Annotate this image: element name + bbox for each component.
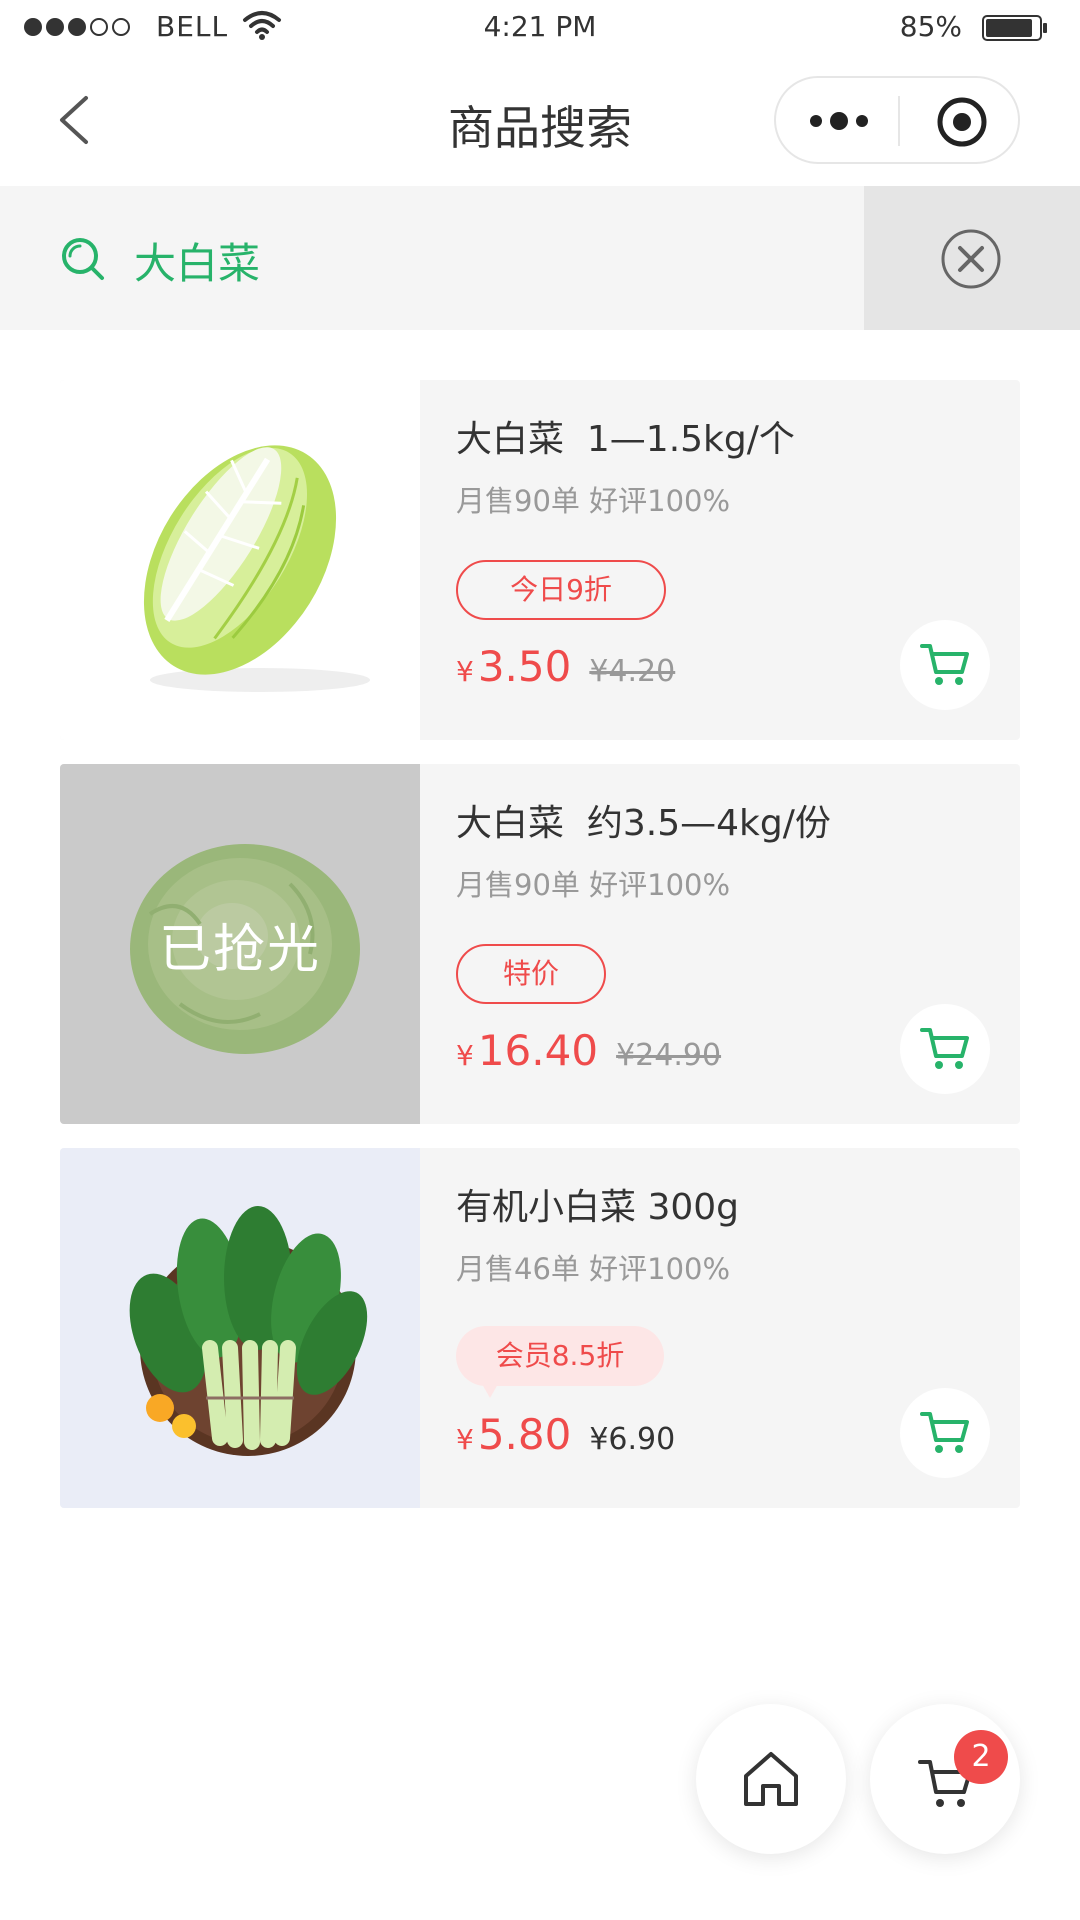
current-price: 3.50: [477, 642, 572, 691]
currency-symbol: ¥: [456, 1423, 474, 1456]
product-name: 大白菜 1—1.5kg/个: [456, 419, 795, 460]
close-mini-program-icon[interactable]: [936, 96, 988, 148]
special-price-tag: 特价: [456, 944, 606, 1004]
product-image-napa-cabbage-head: 已抢光: [60, 764, 420, 1124]
sold-out-overlay: 已抢光: [60, 764, 420, 1124]
currency-symbol: ¥: [456, 1039, 474, 1072]
original-price: ¥24.90: [616, 1038, 722, 1073]
discount-tag: 今日9折: [456, 560, 666, 620]
cart-icon: [920, 1412, 969, 1453]
clear-icon[interactable]: [940, 228, 1002, 290]
home-button[interactable]: [696, 1704, 846, 1854]
status-bar: BELL 4:21 PM 85%: [0, 0, 1080, 54]
mini-program-capsule: [774, 76, 1020, 164]
member-reference-price: ¥6.90: [589, 1422, 676, 1457]
home-icon: [744, 1752, 798, 1806]
currency-symbol: ¥: [456, 655, 474, 688]
product-card[interactable]: 有机小白菜 300g 月售46单 好评100% 会员8.5折 ¥ 5.80 ¥6…: [60, 1148, 1020, 1508]
capsule-divider: [898, 96, 900, 146]
search-icon: [62, 238, 104, 280]
battery-icon: [982, 15, 1047, 41]
product-sales-stats: 月售90单 好评100%: [456, 484, 731, 518]
search-bar: 大白菜: [0, 186, 1080, 330]
product-sales-stats: 月售90单 好评100%: [456, 868, 731, 902]
add-to-cart-button[interactable]: [900, 1388, 990, 1478]
current-price: 16.40: [477, 1026, 599, 1075]
clear-search-button[interactable]: [864, 186, 1080, 330]
add-to-cart-button[interactable]: [900, 1004, 990, 1094]
cart-count-badge: 2: [954, 1730, 1008, 1784]
price-row: ¥ 3.50 ¥4.20: [456, 642, 675, 691]
product-image-bok-choy: [60, 1148, 420, 1508]
product-card[interactable]: 已抢光 大白菜 约3.5—4kg/份 月售90单 好评100% 特价 ¥ 16.…: [60, 764, 1020, 1124]
cart-icon: [920, 1028, 969, 1069]
search-results-page: BELL 4:21 PM 85% 商品搜索 大白菜 大白菜 1—1.5kg/个 …: [0, 0, 1080, 1920]
navigation-bar: 商品搜索: [0, 54, 1080, 186]
product-sales-stats: 月售46单 好评100%: [456, 1252, 731, 1286]
current-price: 5.80: [477, 1410, 572, 1459]
more-options-icon[interactable]: [806, 100, 872, 142]
product-name: 有机小白菜 300g: [456, 1187, 740, 1228]
battery-percentage: 85%: [899, 10, 962, 43]
product-name: 大白菜 约3.5—4kg/份: [456, 803, 831, 844]
original-price: ¥4.20: [589, 654, 676, 689]
product-card[interactable]: 大白菜 1—1.5kg/个 月售90单 好评100% 今日9折 ¥ 3.50 ¥…: [60, 380, 1020, 740]
price-row: ¥ 5.80 ¥6.90: [456, 1410, 675, 1459]
add-to-cart-button[interactable]: [900, 620, 990, 710]
member-discount-tag: 会员8.5折: [456, 1326, 664, 1398]
cart-button[interactable]: 2: [870, 1704, 1020, 1854]
product-image-napa-cabbage: [60, 380, 420, 740]
price-row: ¥ 16.40 ¥24.90: [456, 1026, 721, 1075]
cart-icon: [920, 644, 969, 685]
search-input[interactable]: 大白菜: [134, 230, 260, 291]
